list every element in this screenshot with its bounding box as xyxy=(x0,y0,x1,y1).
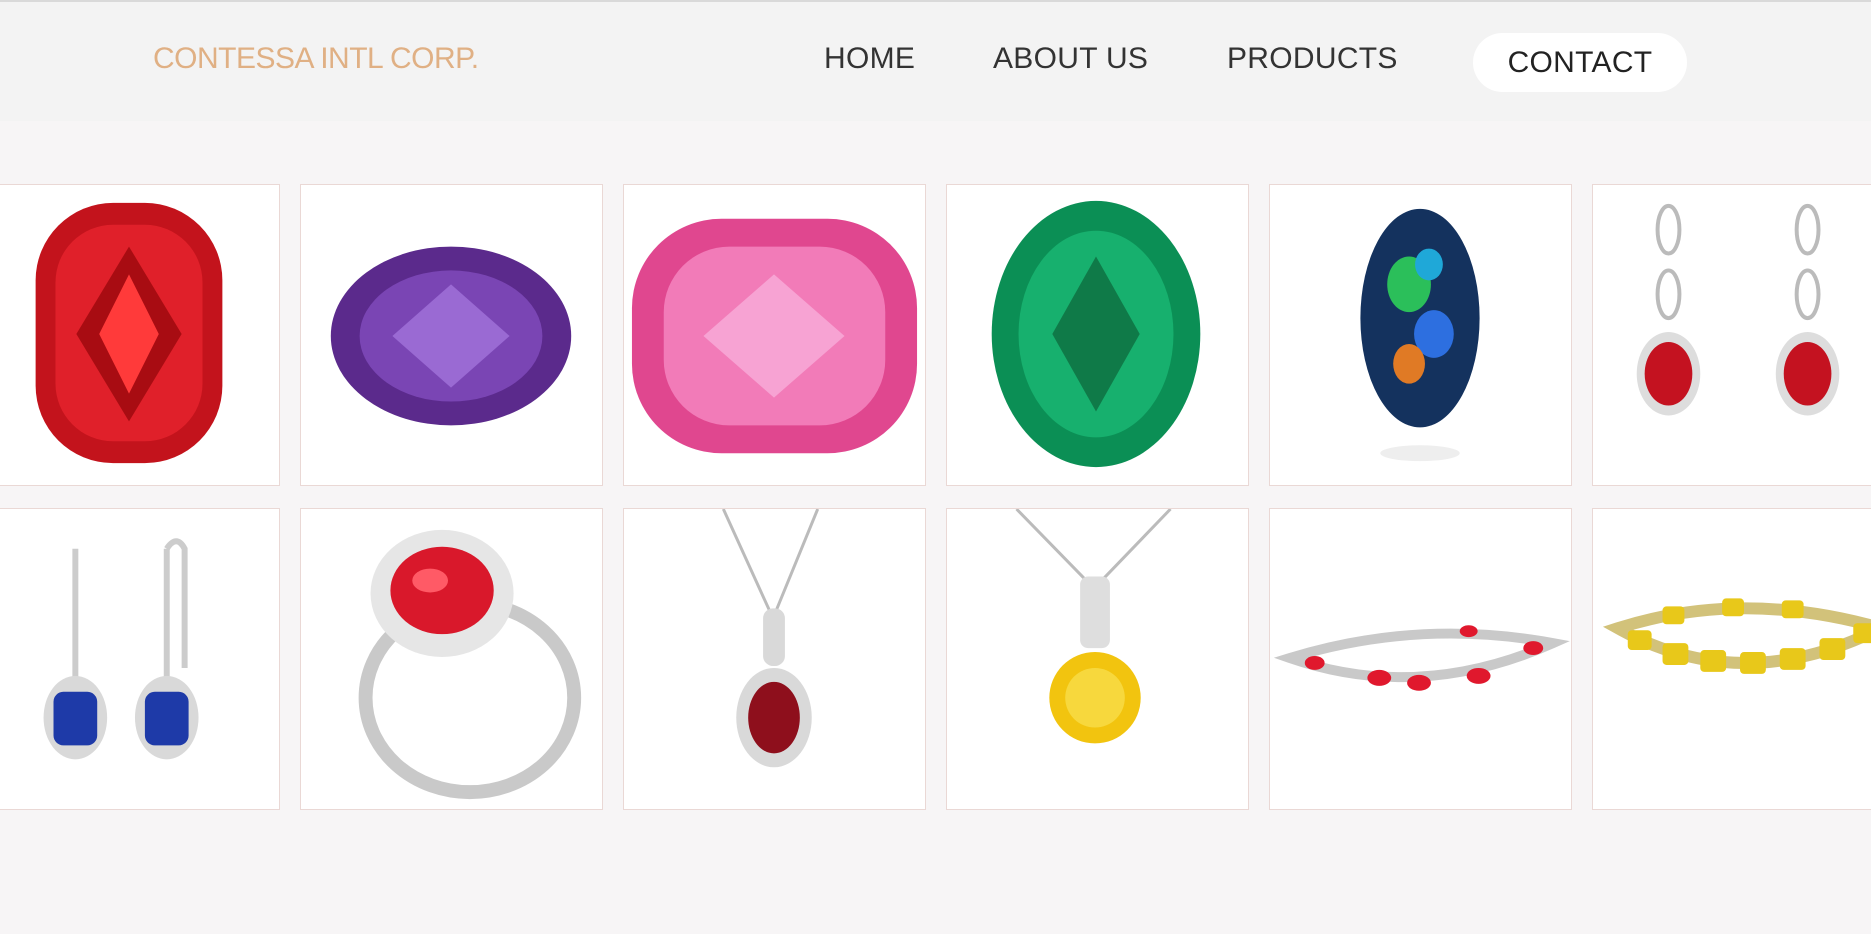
black-opal-stone-image xyxy=(1360,208,1480,462)
gallery-tile-ruby-bracelet[interactable] xyxy=(1269,508,1572,810)
gallery-tile-amethyst-stone[interactable] xyxy=(300,184,603,486)
gallery-tile-sapphire-earrings[interactable] xyxy=(0,508,280,810)
gallery-tile-emerald-stone[interactable] xyxy=(946,184,1249,486)
pink-sapphire-stone-image xyxy=(631,218,918,454)
yellow-sapphire-pendant-image xyxy=(1015,509,1172,744)
ruby-ring-image xyxy=(358,529,582,800)
ruby-earrings-image xyxy=(1636,203,1840,416)
gallery-tile-ruby-ring[interactable] xyxy=(300,508,603,810)
gallery-tile-ruby-pendant[interactable] xyxy=(623,508,926,810)
gallery-tile-yellow-sapphire-pendant[interactable] xyxy=(946,508,1249,810)
brand-logo[interactable]: CONTESSA INTL CORP. xyxy=(153,42,479,76)
green-emerald-stone-image xyxy=(991,200,1201,468)
ruby-pendant-image xyxy=(721,509,820,768)
purple-amethyst-stone-image xyxy=(330,246,572,426)
sapphire-earrings-image xyxy=(43,538,199,760)
gallery-tile-ruby-earrings[interactable] xyxy=(1592,184,1871,486)
site-header: CONTESSA INTL CORP. HOME ABOUT US PRODUC… xyxy=(0,2,1871,121)
yellow-bracelet-image xyxy=(1602,598,1871,674)
gallery-tile-yellow-bracelet[interactable] xyxy=(1592,508,1871,810)
ruby-bracelet-image xyxy=(1273,625,1570,691)
nav-contact-button[interactable]: CONTACT xyxy=(1473,33,1687,92)
red-ruby-stone-image xyxy=(35,202,223,464)
gallery-tile-pink-sapphire-stone[interactable] xyxy=(623,184,926,486)
nav-products[interactable]: PRODUCTS xyxy=(1227,42,1398,76)
nav-home[interactable]: HOME xyxy=(824,42,915,76)
nav-about-us[interactable]: ABOUT US xyxy=(993,42,1148,76)
gallery-tile-ruby-stone[interactable] xyxy=(0,184,280,486)
gallery-tile-opal-stone[interactable] xyxy=(1269,184,1572,486)
